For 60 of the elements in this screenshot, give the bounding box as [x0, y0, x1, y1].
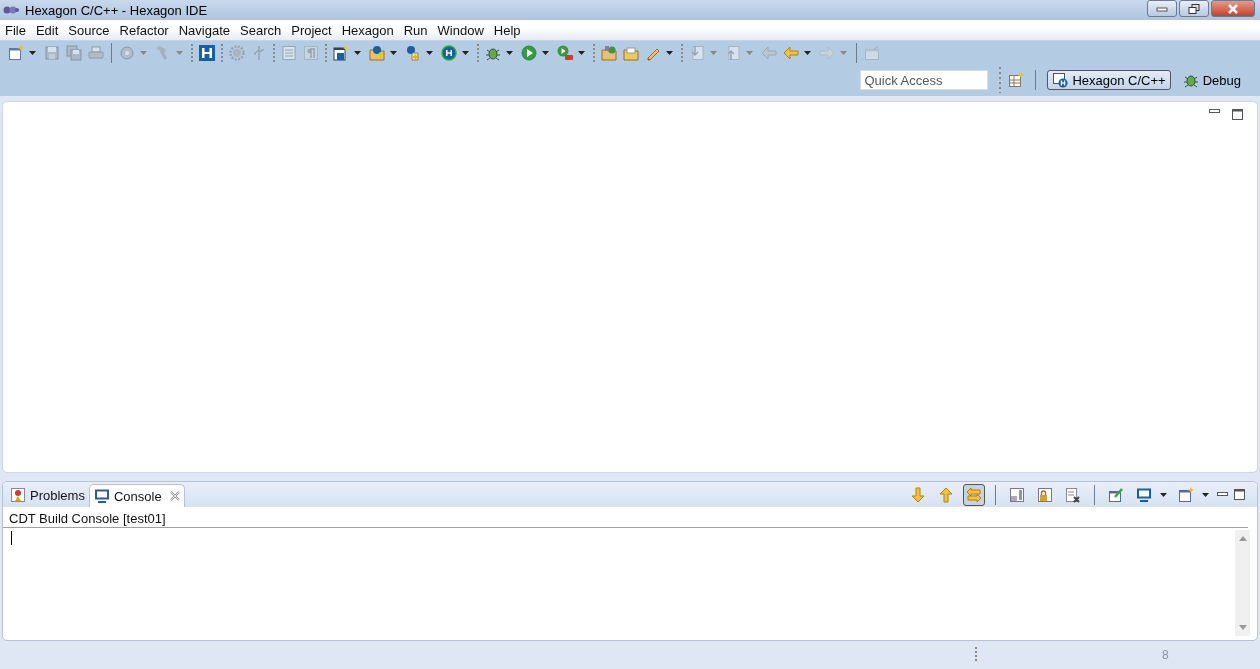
caret-icon[interactable]: [1160, 492, 1167, 497]
view-tab[interactable]: Console: [88, 484, 185, 507]
play-icon[interactable]: [557, 44, 573, 61]
caret-icon[interactable]: [578, 50, 585, 55]
caret-icon[interactable]: [804, 50, 811, 55]
app-icon: [3, 4, 19, 16]
new-file-icon[interactable]: [405, 44, 421, 61]
caret-icon[interactable]: [426, 50, 433, 55]
caret-icon[interactable]: [354, 50, 361, 55]
perspective-button[interactable]: Hexagon C/C++: [1047, 70, 1171, 90]
menu-item[interactable]: Project: [286, 22, 337, 38]
minimize-button[interactable]: [1147, 0, 1177, 17]
quick-access-field[interactable]: Quick Access: [860, 70, 989, 90]
maximize-icon[interactable]: [1232, 109, 1243, 120]
scroll-bar[interactable]: [1235, 530, 1250, 636]
window-title: Hexagon C/C++ - Hexagon IDE: [25, 2, 209, 18]
circle-icon[interactable]: [441, 44, 457, 61]
menu-item[interactable]: Hexagon: [336, 22, 399, 38]
maximize-icon[interactable]: [1234, 489, 1245, 500]
status-text: 8: [1162, 648, 1169, 662]
close-icon: [1227, 3, 1239, 14]
problems-icon: [10, 487, 26, 503]
minimize-icon[interactable]: [1217, 492, 1228, 497]
open-perspective-icon[interactable]: [1008, 72, 1025, 88]
caret-icon[interactable]: [506, 50, 513, 55]
folder-icon[interactable]: [623, 44, 639, 61]
view-tab[interactable]: Problems: [6, 484, 89, 506]
hexagon-perspective-icon: [1052, 72, 1069, 88]
restore-icon: [1188, 3, 1200, 14]
left-arrow-icon[interactable]: [783, 44, 799, 61]
menu-item[interactable]: File: [0, 22, 31, 38]
menu-item[interactable]: Refactor: [114, 22, 174, 38]
menu-item[interactable]: Search: [235, 22, 287, 38]
perspective-button[interactable]: Debug: [1177, 70, 1246, 90]
console-icon: [93, 488, 110, 504]
new-file-icon[interactable]: [8, 44, 24, 61]
caret-icon[interactable]: [666, 50, 673, 55]
bug-icon: [1182, 72, 1199, 88]
minimize-icon[interactable]: [1209, 109, 1220, 114]
close-button[interactable]: [1211, 0, 1255, 17]
console-title: CDT Build Console [test01]: [3, 507, 1248, 528]
caret-icon[interactable]: [462, 50, 469, 55]
menu-item[interactable]: Edit: [30, 22, 64, 38]
new-window-icon[interactable]: [333, 44, 349, 61]
folder-icon[interactable]: [601, 44, 617, 61]
menu-item[interactable]: Navigate: [173, 22, 235, 38]
play-icon[interactable]: [521, 44, 537, 61]
restore-button[interactable]: [1179, 0, 1209, 17]
menu-item[interactable]: Source: [63, 22, 115, 38]
folder-icon[interactable]: [369, 44, 385, 61]
caret-icon[interactable]: [29, 50, 36, 55]
menu-item[interactable]: Run: [398, 22, 433, 38]
caret-icon[interactable]: [390, 50, 397, 55]
close-icon[interactable]: [169, 491, 180, 501]
menu-item[interactable]: Window: [432, 22, 489, 38]
caret-icon[interactable]: [542, 50, 549, 55]
caret-icon[interactable]: [1202, 492, 1209, 497]
minimize-icon: [1156, 4, 1168, 13]
swap-arrows-icon[interactable]: [963, 483, 985, 506]
menu-item[interactable]: Help: [488, 22, 526, 38]
